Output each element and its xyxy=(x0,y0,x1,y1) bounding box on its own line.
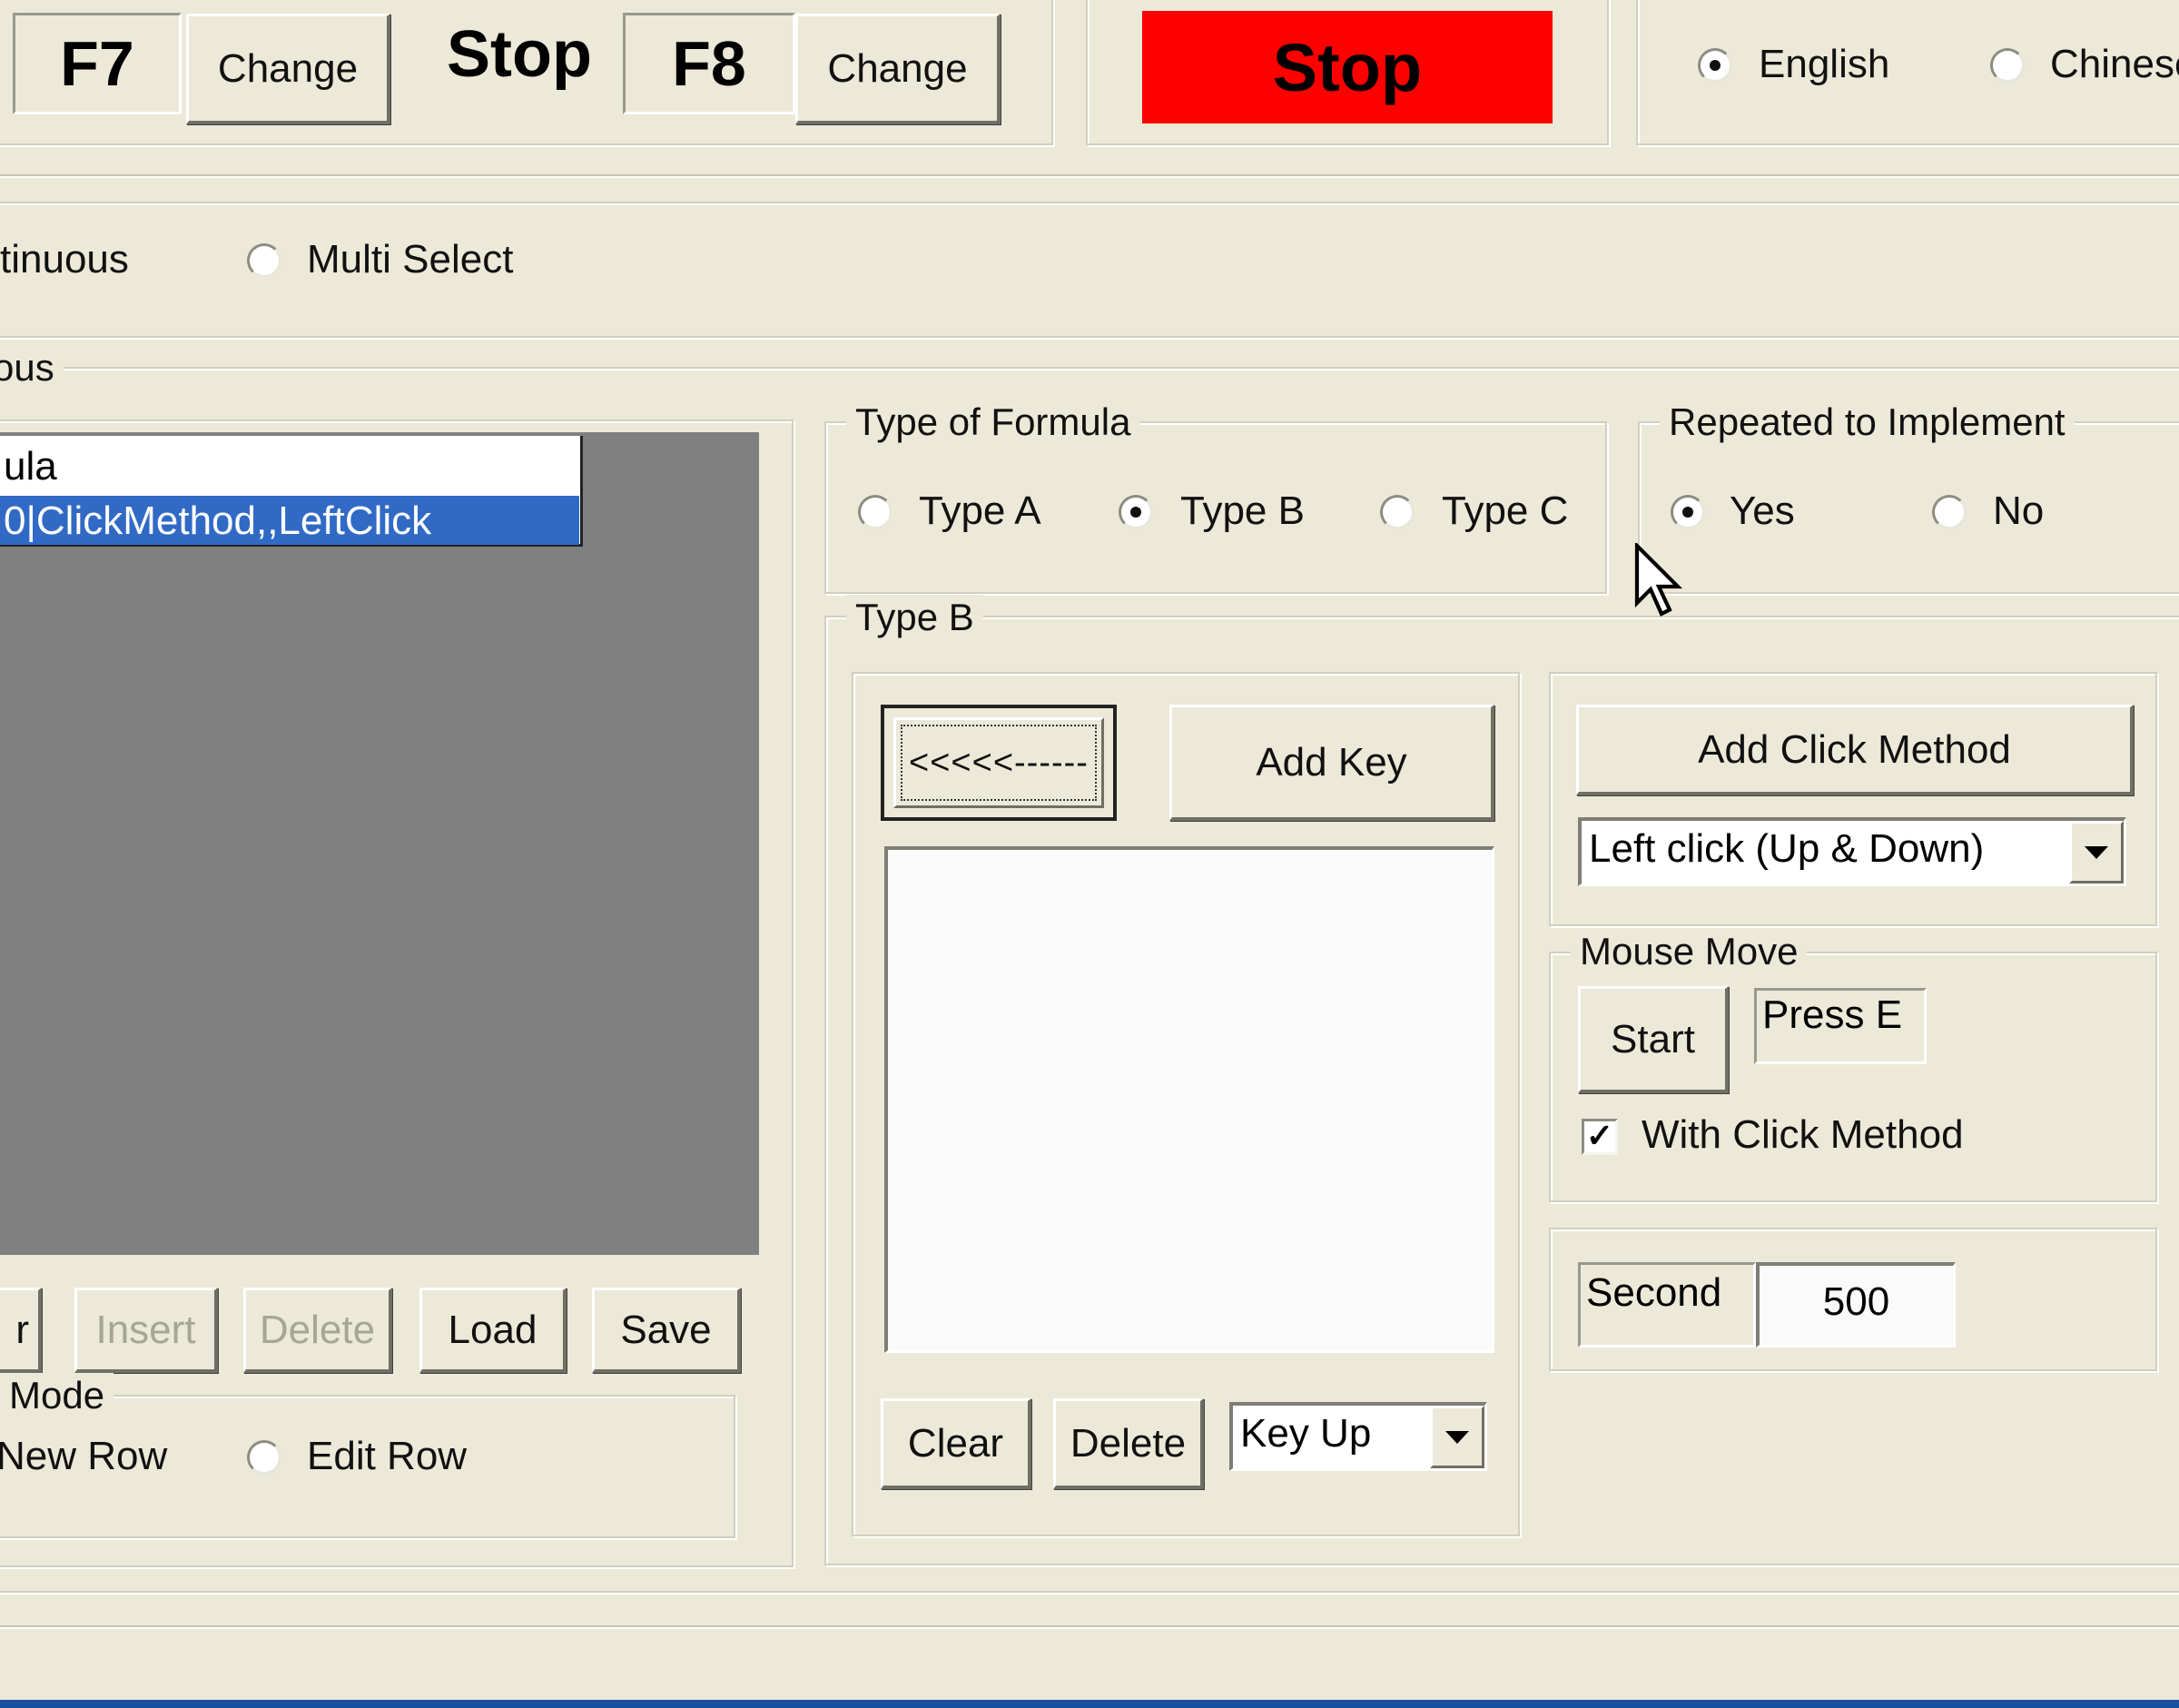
bottom-edge xyxy=(0,1700,2179,1708)
load-button[interactable]: Load xyxy=(419,1288,567,1373)
language-english-label[interactable]: English xyxy=(1759,41,1889,88)
insert-button[interactable]: Insert xyxy=(74,1288,218,1373)
key-type-select[interactable]: Key Up xyxy=(1229,1402,1487,1471)
mouse-cursor-icon xyxy=(1634,543,1683,617)
repeat-no-label[interactable]: No xyxy=(1993,488,2044,535)
second-value: 500 xyxy=(1822,1279,1890,1324)
with-click-label[interactable]: With Click Method xyxy=(1642,1111,1964,1159)
type-b-radio[interactable] xyxy=(1119,495,1153,529)
repeat-no-radio[interactable] xyxy=(1932,495,1967,529)
second-label: Second xyxy=(1586,1270,1722,1315)
stop-hotkey-change-button[interactable]: Change xyxy=(795,14,1001,124)
second-input[interactable]: 500 xyxy=(1756,1262,1956,1348)
repeat-yes-radio[interactable] xyxy=(1671,495,1705,529)
stop-button-label: Stop xyxy=(1272,29,1423,105)
language-english-radio[interactable] xyxy=(1698,48,1732,83)
start-hotkey-display: F7 xyxy=(13,13,182,114)
main-group-title: ous xyxy=(0,345,64,390)
type-c-radio[interactable] xyxy=(1380,495,1415,529)
formula-group-title: Type of Formula xyxy=(846,400,1140,445)
type-b-title: Type B xyxy=(846,595,983,640)
save-button[interactable]: Save xyxy=(592,1288,741,1373)
stop-button[interactable]: Stop xyxy=(1142,11,1553,123)
language-chinese-label[interactable]: Chinese xyxy=(2050,41,2179,88)
new-row-label[interactable]: New Row xyxy=(0,1433,167,1480)
key-list[interactable] xyxy=(884,846,1494,1353)
edit-mode-title: Mode xyxy=(0,1373,114,1418)
type-a-radio[interactable] xyxy=(858,495,892,529)
mode-continuous-label[interactable]: tinuous xyxy=(0,236,129,283)
repeated-group xyxy=(1638,421,2179,594)
list-item[interactable]: ula xyxy=(0,441,579,492)
delete-key-button[interactable]: Delete xyxy=(1053,1398,1204,1489)
divider xyxy=(0,1625,2179,1627)
type-b-label[interactable]: Type B xyxy=(1180,488,1305,535)
add-click-method-button[interactable]: Add Click Method xyxy=(1576,705,2134,795)
list-item-selected[interactable]: 0|ClickMethod,,LeftClick xyxy=(0,496,579,545)
edit-row-label[interactable]: Edit Row xyxy=(307,1433,467,1480)
stop-hotkey-label: Stop xyxy=(447,18,592,91)
list-area[interactable] xyxy=(0,432,759,1255)
list-partial-button[interactable]: r xyxy=(0,1288,42,1373)
click-method-value: Left click (Up & Down) xyxy=(1589,826,1985,871)
type-a-label[interactable]: Type A xyxy=(919,488,1041,535)
press-key-label: Press E xyxy=(1762,992,1903,1037)
repeated-group-title: Repeated to Implement xyxy=(1660,400,2075,445)
key-type-value: Key Up xyxy=(1240,1411,1372,1456)
chevron-down-icon[interactable] xyxy=(1430,1406,1484,1468)
arrow-button-label: <<<<<------ xyxy=(909,743,1089,782)
mouse-move-start-button[interactable]: Start xyxy=(1578,986,1729,1093)
chevron-down-icon[interactable] xyxy=(2069,821,2124,884)
mouse-move-title: Mouse Move xyxy=(1571,929,1808,974)
second-label-box: Second xyxy=(1578,1262,1756,1348)
click-method-select[interactable]: Left click (Up & Down) xyxy=(1578,817,2126,886)
type-c-label[interactable]: Type C xyxy=(1442,488,1568,535)
multi-select-radio[interactable] xyxy=(247,243,281,278)
with-click-checkbox[interactable]: ✓ xyxy=(1582,1119,1618,1155)
language-chinese-radio[interactable] xyxy=(1990,48,2025,83)
clear-keys-button[interactable]: Clear xyxy=(881,1398,1031,1489)
delete-row-button[interactable]: Delete xyxy=(243,1288,392,1373)
multi-select-label[interactable]: Multi Select xyxy=(307,236,513,283)
insert-key-arrow-button[interactable]: <<<<<------ xyxy=(881,705,1117,821)
repeat-yes-label[interactable]: Yes xyxy=(1730,488,1795,535)
divider xyxy=(0,174,2179,176)
start-hotkey-change-button[interactable]: Change xyxy=(186,14,390,124)
press-key-display: Press E xyxy=(1754,988,1927,1064)
edit-row-radio[interactable] xyxy=(247,1440,281,1475)
stop-hotkey-display: F8 xyxy=(623,13,795,114)
add-key-button[interactable]: Add Key xyxy=(1169,705,1494,821)
